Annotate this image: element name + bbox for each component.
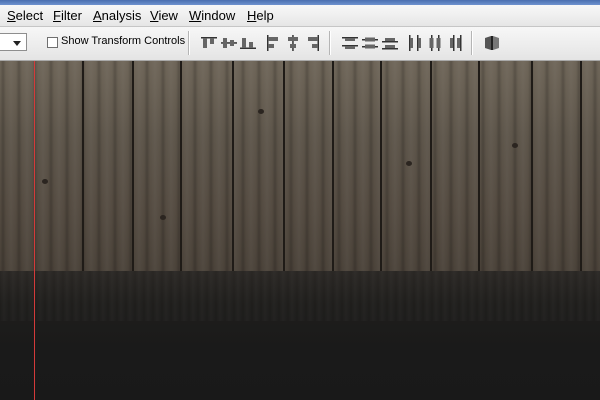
plank-seam (232, 61, 234, 271)
auto-align-layers-icon (485, 36, 499, 50)
distribute-horizontal-centers-icon (429, 35, 441, 51)
menu-filter[interactable]: Filter (53, 8, 82, 23)
wood-knot (512, 143, 518, 148)
menu-view-label: View (150, 8, 178, 23)
toolbar-separator (329, 31, 331, 55)
menu-help[interactable]: Help (247, 8, 274, 23)
menu-window[interactable]: Window (189, 8, 235, 23)
plank-seam (283, 61, 285, 271)
align-bottom-edges-button[interactable] (238, 33, 258, 53)
plank-seam (430, 61, 432, 271)
distribute-top-edges-icon (342, 37, 358, 49)
floor-reflection (0, 271, 600, 321)
distribute-vertical-centers-icon (362, 37, 378, 49)
plank-seam (332, 61, 334, 271)
plank-seam (478, 61, 480, 271)
menu-help-label: Help (247, 8, 274, 23)
options-bar: Show Transform Controls (0, 27, 600, 61)
menu-view[interactable]: View (150, 8, 178, 23)
auto-align-layers-button[interactable] (482, 33, 502, 53)
align-right-edges-icon (308, 35, 319, 51)
menu-window-label: Window (189, 8, 236, 23)
distribute-vertical-centers-button[interactable] (360, 33, 380, 53)
plank-seam (580, 61, 582, 271)
toolbar-separator (188, 31, 190, 55)
menu-mnemonic: H (247, 8, 257, 23)
plank-seam (531, 61, 533, 271)
align-top-edges-icon (201, 37, 217, 48)
menu-mnemonic: F (53, 8, 61, 23)
distribute-bottom-edges-button[interactable] (380, 33, 400, 53)
menu-mnemonic: A (93, 8, 102, 23)
align-left-edges-button[interactable] (263, 33, 283, 53)
align-right-edges-button[interactable] (303, 33, 323, 53)
distribute-top-edges-button[interactable] (340, 33, 360, 53)
wood-plank-wall (0, 61, 600, 271)
menu-filter-label: Filter (53, 8, 82, 23)
wood-knot (160, 215, 166, 220)
align-top-edges-button[interactable] (199, 33, 219, 53)
show-transform-controls-checkbox[interactable] (47, 37, 58, 48)
menu-bar: Select Filter Analysis View Window Help (0, 5, 600, 27)
distribute-right-edges-button[interactable] (445, 33, 465, 53)
chevron-down-icon (13, 41, 21, 46)
distribute-horizontal-centers-button[interactable] (425, 33, 445, 53)
menu-analysis-label: Analysis (93, 8, 142, 23)
menu-select[interactable]: Select (7, 8, 43, 23)
wood-knot (42, 179, 48, 184)
menu-select-label: Select (7, 8, 44, 23)
align-bottom-edges-icon (240, 38, 256, 49)
show-transform-controls-label[interactable]: Show Transform Controls (61, 35, 185, 47)
toolbar-separator (471, 31, 473, 55)
plank-seam (380, 61, 382, 271)
vertical-guide-line[interactable] (34, 61, 35, 400)
align-horizontal-centers-button[interactable] (283, 33, 303, 53)
align-vertical-centers-button[interactable] (219, 33, 239, 53)
align-left-edges-icon (267, 35, 278, 51)
document-canvas[interactable] (0, 61, 600, 400)
wood-knot (258, 109, 264, 114)
distribute-left-edges-button[interactable] (405, 33, 425, 53)
wood-knot (406, 161, 412, 166)
plank-seam (82, 61, 84, 271)
align-vertical-centers-icon (221, 38, 237, 48)
tool-preset-dropdown[interactable] (0, 33, 27, 51)
menu-analysis[interactable]: Analysis (93, 8, 141, 23)
plank-seam (180, 61, 182, 271)
distribute-right-edges-icon (450, 35, 462, 51)
plank-seam (132, 61, 134, 271)
distribute-left-edges-icon (409, 35, 421, 51)
menu-mnemonic: S (7, 8, 16, 23)
menu-mnemonic: V (150, 8, 159, 23)
menu-mnemonic: W (189, 8, 202, 23)
distribute-bottom-edges-icon (382, 38, 398, 50)
align-horizontal-centers-icon (288, 35, 298, 51)
